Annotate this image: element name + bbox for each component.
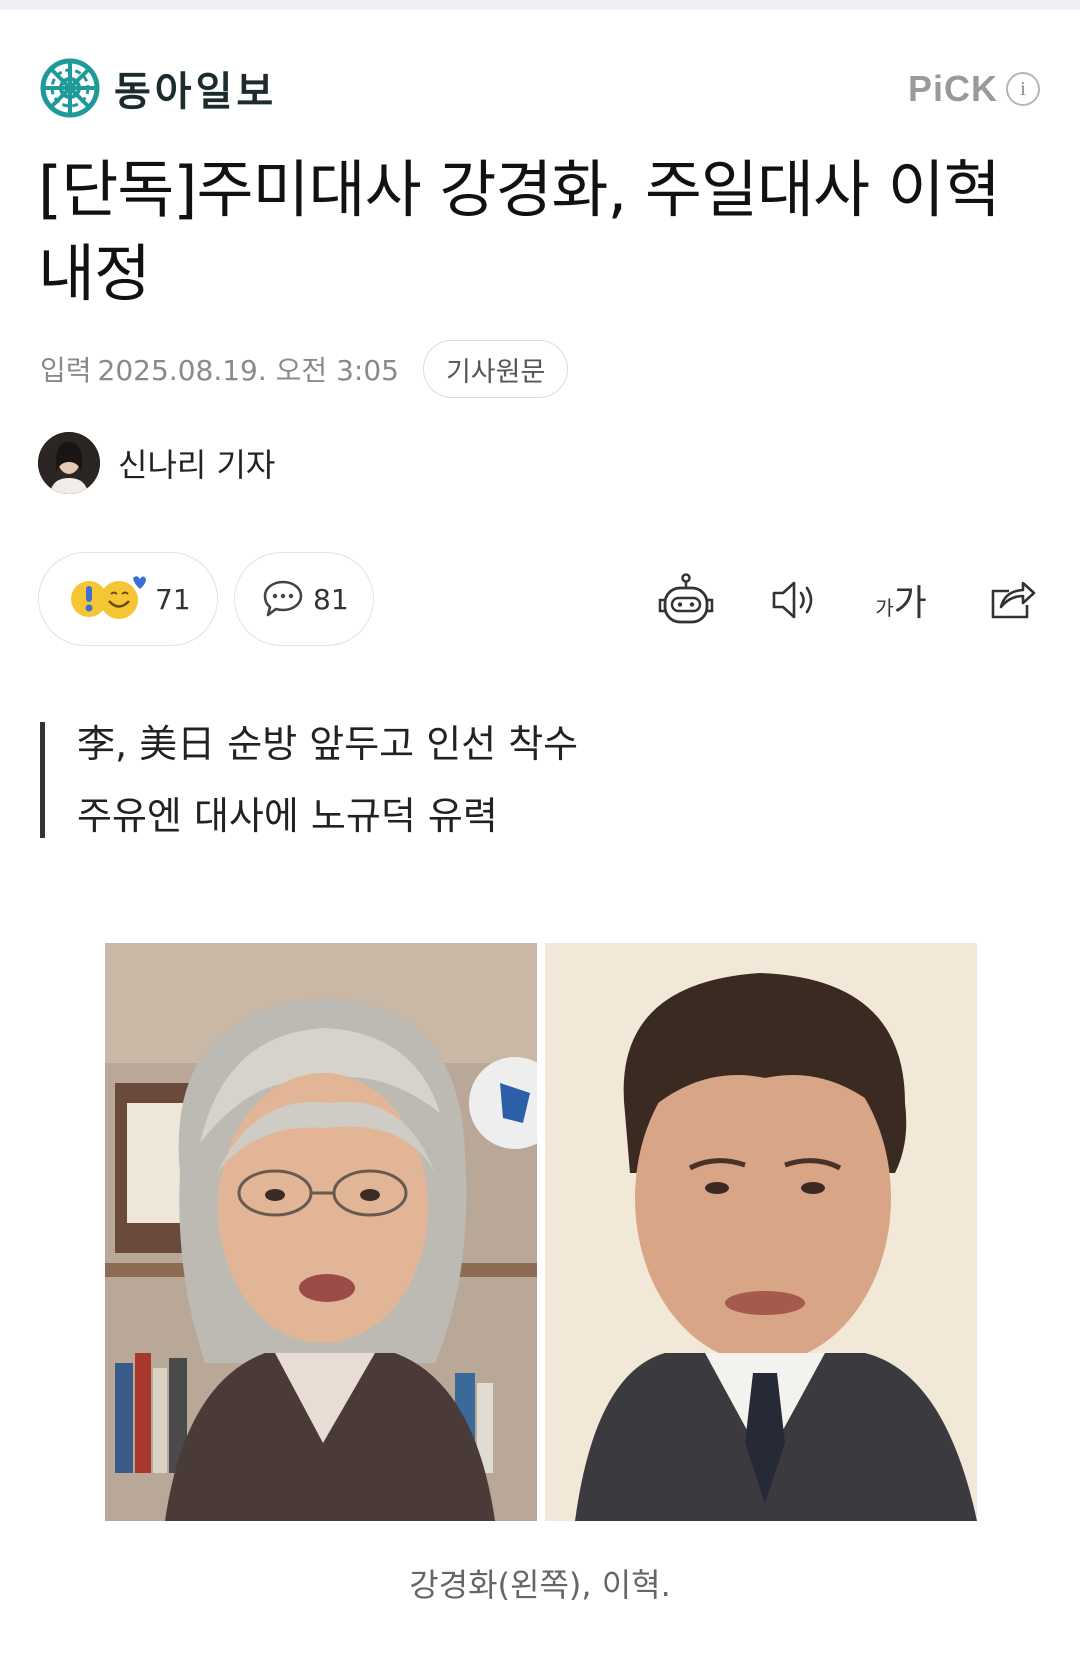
- summary-line: 李, 美日 순방 앞두고 인선 착수: [77, 722, 579, 766]
- original-article-button[interactable]: 기사원문: [422, 340, 569, 398]
- info-icon[interactable]: i: [1006, 72, 1040, 106]
- article-headline: [단독]주미대사 강경화, 주일대사 이혁 내정: [38, 153, 1001, 310]
- summary-line: 주유엔 대사에 노규덕 유력: [77, 794, 498, 838]
- dong-a-logo-icon: [40, 58, 100, 118]
- press-name: 동아일보: [114, 69, 278, 115]
- speaker-icon: [772, 581, 813, 619]
- font-large-glyph: 가: [893, 583, 927, 624]
- reaction-emoji-icon: [71, 576, 146, 619]
- speech-bubble-icon: [263, 580, 303, 617]
- pick-badge[interactable]: PiCK i: [908, 68, 1040, 110]
- article-summary: 李, 美日 순방 앞두고 인선 착수 주유엔 대사에 노규덕 유력: [40, 722, 578, 838]
- reporter-info[interactable]: 신나리 기자: [38, 432, 275, 494]
- reaction-count: 71: [155, 582, 191, 616]
- comment-button[interactable]: 81: [234, 552, 374, 646]
- font-size-button[interactable]: 가 가: [866, 570, 936, 630]
- comment-count: 81: [313, 582, 349, 616]
- font-small-glyph: 가: [875, 595, 894, 620]
- photo-caption: 강경화(왼쪽), 이혁.: [409, 1566, 671, 1604]
- article-meta: 입력 2025.08.19. 오전 3:05 기사원문: [40, 340, 569, 398]
- share-button[interactable]: [982, 570, 1042, 630]
- robot-icon: [658, 573, 714, 624]
- reporter-avatar[interactable]: [38, 432, 100, 494]
- article-header: 동아일보 PiCK i: [40, 58, 1040, 130]
- reaction-button[interactable]: 71: [38, 552, 218, 646]
- top-status-strip: [0, 0, 1080, 10]
- text-to-speech-button[interactable]: [764, 570, 824, 630]
- summary-bot-button[interactable]: [656, 570, 716, 630]
- article-action-bar: 71 81 가 가: [38, 552, 1042, 648]
- article-photo[interactable]: [105, 943, 977, 1521]
- pick-label: PiCK: [907, 68, 998, 109]
- article-date: 2025.08.19. 오전 3:05: [97, 354, 399, 387]
- input-label: 입력: [40, 354, 92, 387]
- press-logo[interactable]: 동아일보: [40, 58, 277, 118]
- reporter-name[interactable]: 신나리 기자: [118, 440, 275, 486]
- share-icon: [991, 581, 1036, 619]
